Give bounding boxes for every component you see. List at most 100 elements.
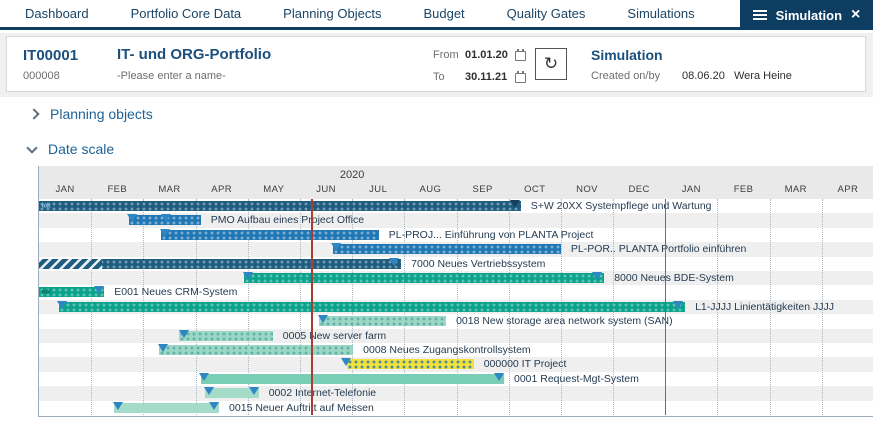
milestone-icon[interactable] — [158, 344, 168, 352]
panel-title: Simulation — [591, 47, 663, 63]
month-label: JAN — [665, 184, 717, 195]
from-label: From — [433, 49, 459, 61]
milestone-icon[interactable] — [204, 387, 214, 395]
continues-left-icon: «« — [41, 199, 50, 213]
from-date-field[interactable]: 01.01.20 — [465, 49, 508, 61]
today-line — [311, 199, 313, 415]
portfolio-name: IT- und ORG-Portfolio — [117, 46, 271, 63]
gantt-chart: 2020JANFEBMARAPRMAYJUNJULAUGSEPOCTNOVDEC… — [38, 166, 873, 417]
nav-item-budget[interactable]: Budget — [423, 6, 464, 21]
date-scale-label: Date scale — [48, 141, 114, 157]
nav-item-portfolio-core-data[interactable]: Portfolio Core Data — [131, 6, 242, 21]
tab-simulation[interactable]: Simulation × — [740, 0, 873, 30]
month-label: FEB — [717, 184, 769, 195]
nav-item-simulations[interactable]: Simulations — [627, 6, 694, 21]
gantt-row: 7000 Neues Vertriebssystem — [39, 257, 873, 271]
bar-label: PMO Aufbau eines Project Office — [211, 213, 364, 227]
from-calendar-icon[interactable] — [515, 51, 526, 61]
close-icon[interactable]: × — [851, 7, 860, 23]
hamburger-icon[interactable] — [753, 14, 767, 16]
to-date-field[interactable]: 30.11.21 — [465, 71, 507, 83]
bar-label: PL-PROJ... Einführung von PLANTA Project — [389, 228, 594, 242]
gantt-timescale-header: 2020JANFEBMARAPRMAYJUNJULAUGSEPOCTNOVDEC… — [39, 166, 873, 199]
month-label: APR — [822, 184, 873, 195]
milestone-icon[interactable] — [209, 402, 219, 410]
simulation-window: Dashboard Portfolio Core Data Planning Obj… — [0, 0, 873, 424]
chevron-right-icon — [28, 108, 39, 119]
gantt-bar[interactable] — [159, 345, 353, 355]
refresh-button[interactable]: ↻ — [535, 48, 567, 80]
month-label: JUN — [300, 184, 352, 195]
milestone-icon[interactable] — [161, 214, 171, 222]
milestone-icon[interactable] — [673, 301, 683, 309]
milestone-icon[interactable] — [199, 373, 209, 381]
hatch-pattern — [39, 259, 102, 269]
milestone-icon[interactable] — [389, 258, 399, 266]
milestone-icon[interactable] — [494, 373, 504, 381]
gantt-bar[interactable] — [39, 259, 401, 269]
to-calendar-icon[interactable] — [515, 73, 526, 83]
milestone-icon[interactable] — [249, 387, 259, 395]
gantt-bar[interactable]: «« — [39, 201, 521, 211]
bar-label: 000000 IT Project — [484, 357, 567, 371]
simulation-name-placeholder[interactable]: -Please enter a name- — [117, 70, 226, 82]
month-label: SEP — [457, 184, 509, 195]
year-label: 2020 — [39, 169, 665, 181]
nav-item-planning-objects[interactable]: Planning Objects — [283, 6, 381, 21]
milestone-icon[interactable] — [341, 358, 351, 366]
gantt-bar[interactable] — [161, 230, 379, 240]
gantt-bar[interactable] — [179, 331, 273, 341]
gantt-bar[interactable] — [244, 273, 604, 283]
gantt-bar[interactable] — [201, 374, 504, 384]
section-planning-objects[interactable]: Planning objects — [30, 106, 153, 122]
milestone-icon[interactable] — [331, 243, 341, 251]
bar-label: PL-POR.. PLANTA Portfolio einführen — [571, 242, 746, 256]
gantt-bar[interactable] — [347, 359, 474, 369]
gantt-body: «« S+W 20XX Systempflege und Wartung PMO A… — [39, 199, 873, 415]
bar-label: 7000 Neues Vertriebssystem — [411, 257, 545, 271]
header-panel: IT00001 000008 IT- und ORG-Portfolio -Pl… — [6, 36, 866, 92]
month-label: MAR — [770, 184, 822, 195]
milestone-icon[interactable] — [127, 214, 137, 222]
milestone-icon[interactable] — [57, 301, 67, 309]
chevron-down-icon — [26, 142, 37, 153]
bar-label: 0018 New storage area network system (SA… — [456, 314, 673, 328]
bar-label: L1-JJJJ Linientätigkeiten JJJJ — [695, 300, 834, 314]
gantt-row: 0008 Neues Zugangskontrollsystem — [39, 343, 873, 357]
gantt-bar[interactable] — [59, 302, 685, 312]
nav-item-quality-gates[interactable]: Quality Gates — [507, 6, 586, 21]
milestone-icon[interactable] — [243, 272, 253, 280]
bar-label: S+W 20XX Systempflege und Wartung — [531, 199, 712, 213]
month-label: APR — [196, 184, 248, 195]
to-label: To — [433, 71, 445, 83]
month-label: DEC — [613, 184, 665, 195]
continues-left-icon: «« — [41, 285, 50, 299]
gantt-row: 0018 New storage area network system (SA… — [39, 314, 873, 328]
active-tab-label: Simulation — [776, 8, 842, 23]
month-label: MAY — [248, 184, 300, 195]
milestone-icon[interactable] — [510, 200, 520, 208]
gantt-bar[interactable] — [319, 316, 446, 326]
month-label: NOV — [561, 184, 613, 195]
milestone-icon[interactable] — [160, 229, 170, 237]
month-label: OCT — [509, 184, 561, 195]
bar-label: 0002 Internet-Telefonie — [269, 386, 376, 400]
milestone-icon[interactable] — [592, 272, 602, 280]
bar-label: 0008 Neues Zugangskontrollsystem — [363, 343, 531, 357]
milestone-icon[interactable] — [113, 402, 123, 410]
created-on-by-label: Created on/by — [591, 70, 660, 82]
milestone-icon[interactable] — [94, 286, 104, 294]
refresh-icon: ↻ — [544, 54, 558, 74]
gantt-bar[interactable] — [114, 403, 219, 413]
bar-label: 0015 Neuer Auftritt auf Messen — [229, 401, 374, 415]
created-by: Wera Heine — [734, 70, 792, 82]
nav-item-dashboard[interactable]: Dashboard — [25, 6, 89, 21]
month-label: AUG — [404, 184, 456, 195]
gantt-row: PL-PROJ... Einführung von PLANTA Project — [39, 228, 873, 242]
milestone-icon[interactable] — [318, 315, 328, 323]
created-date: 08.06.20 — [682, 70, 725, 82]
planning-objects-label: Planning objects — [50, 106, 153, 122]
milestone-icon[interactable] — [179, 330, 189, 338]
gantt-bar[interactable] — [333, 244, 561, 254]
section-date-scale[interactable]: Date scale — [28, 141, 114, 157]
